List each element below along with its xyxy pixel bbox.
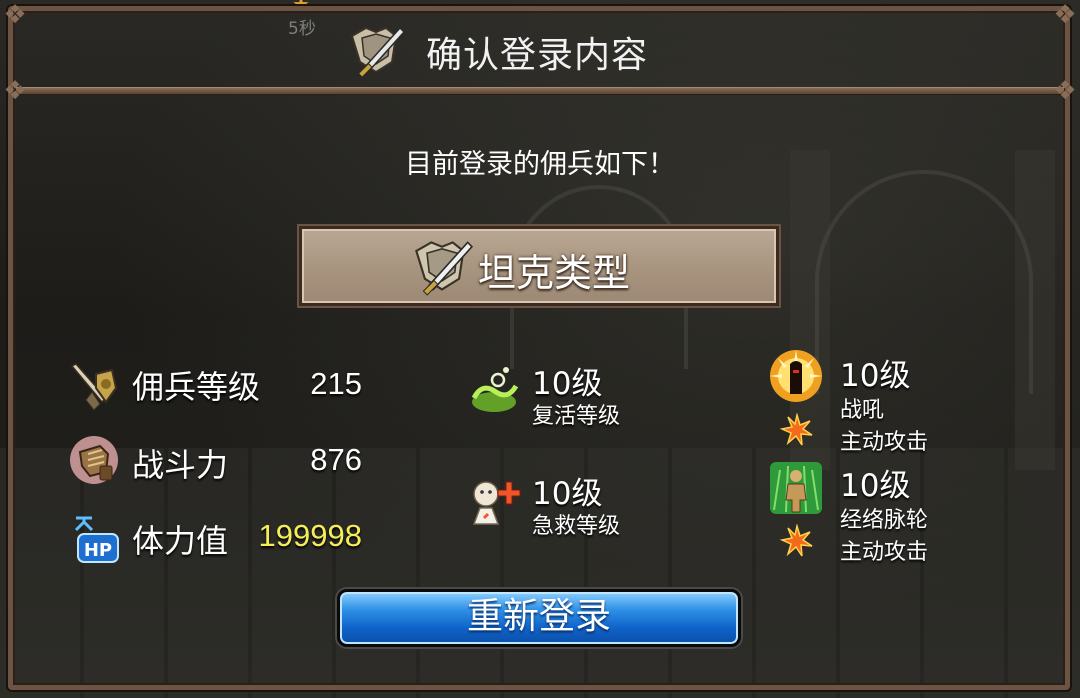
subtitle-text: 目前登录的佣兵如下！ xyxy=(405,149,675,180)
hp-up-icon: HP xyxy=(74,516,119,563)
title-divider xyxy=(16,87,1064,95)
skill-warcry-level: 10级 xyxy=(840,358,911,394)
meridian-icon xyxy=(770,462,822,514)
svg-text:HP: HP xyxy=(84,540,112,561)
gauntlet-icon xyxy=(70,436,118,484)
corner-ornament-icon: ❖ xyxy=(1053,0,1077,30)
relogin-button[interactable]: 重新登录 xyxy=(337,589,741,647)
stat-power-value: 876 xyxy=(310,442,362,477)
sword-shield-icon xyxy=(70,363,118,411)
stat-power-label: 战斗力 xyxy=(132,446,229,484)
skill-revive-level: 10级 xyxy=(532,366,603,402)
first-aid-icon xyxy=(472,481,521,525)
skill-warcry-name: 战吼 xyxy=(840,398,885,423)
type-label: 坦克类型 xyxy=(478,251,631,295)
skill-warcry-type: 主动攻击 xyxy=(840,430,929,455)
skill-first-aid-level: 10级 xyxy=(532,476,603,512)
stat-hp-label: 体力值 xyxy=(132,522,229,560)
stat-level-value: 215 xyxy=(310,366,362,401)
revive-icon xyxy=(471,367,519,412)
warcry-icon xyxy=(770,350,822,402)
dialog-title: 确认登录内容 xyxy=(426,35,649,76)
armor-sword-icon xyxy=(415,241,474,296)
dialog-frame xyxy=(8,6,1070,690)
skill-meridian-type: 主动攻击 xyxy=(840,540,929,565)
stat-level-label: 佣兵等级 xyxy=(132,368,261,406)
skill-meridian-name: 经络脉轮 xyxy=(840,508,929,533)
corner-ornament-icon: ❖ xyxy=(1053,76,1077,106)
skill-first-aid-name: 急救等级 xyxy=(532,514,621,539)
active-attack-icon xyxy=(780,524,813,557)
active-attack-icon xyxy=(780,413,813,446)
skill-revive-name: 复活等级 xyxy=(532,404,621,429)
skill-meridian-level: 10级 xyxy=(840,468,911,504)
corner-ornament-icon: ❖ xyxy=(3,0,27,30)
stat-hp-value: 199998 xyxy=(258,518,362,553)
corner-ornament-icon: ❖ xyxy=(3,76,27,106)
armor-sword-icon xyxy=(350,26,406,78)
